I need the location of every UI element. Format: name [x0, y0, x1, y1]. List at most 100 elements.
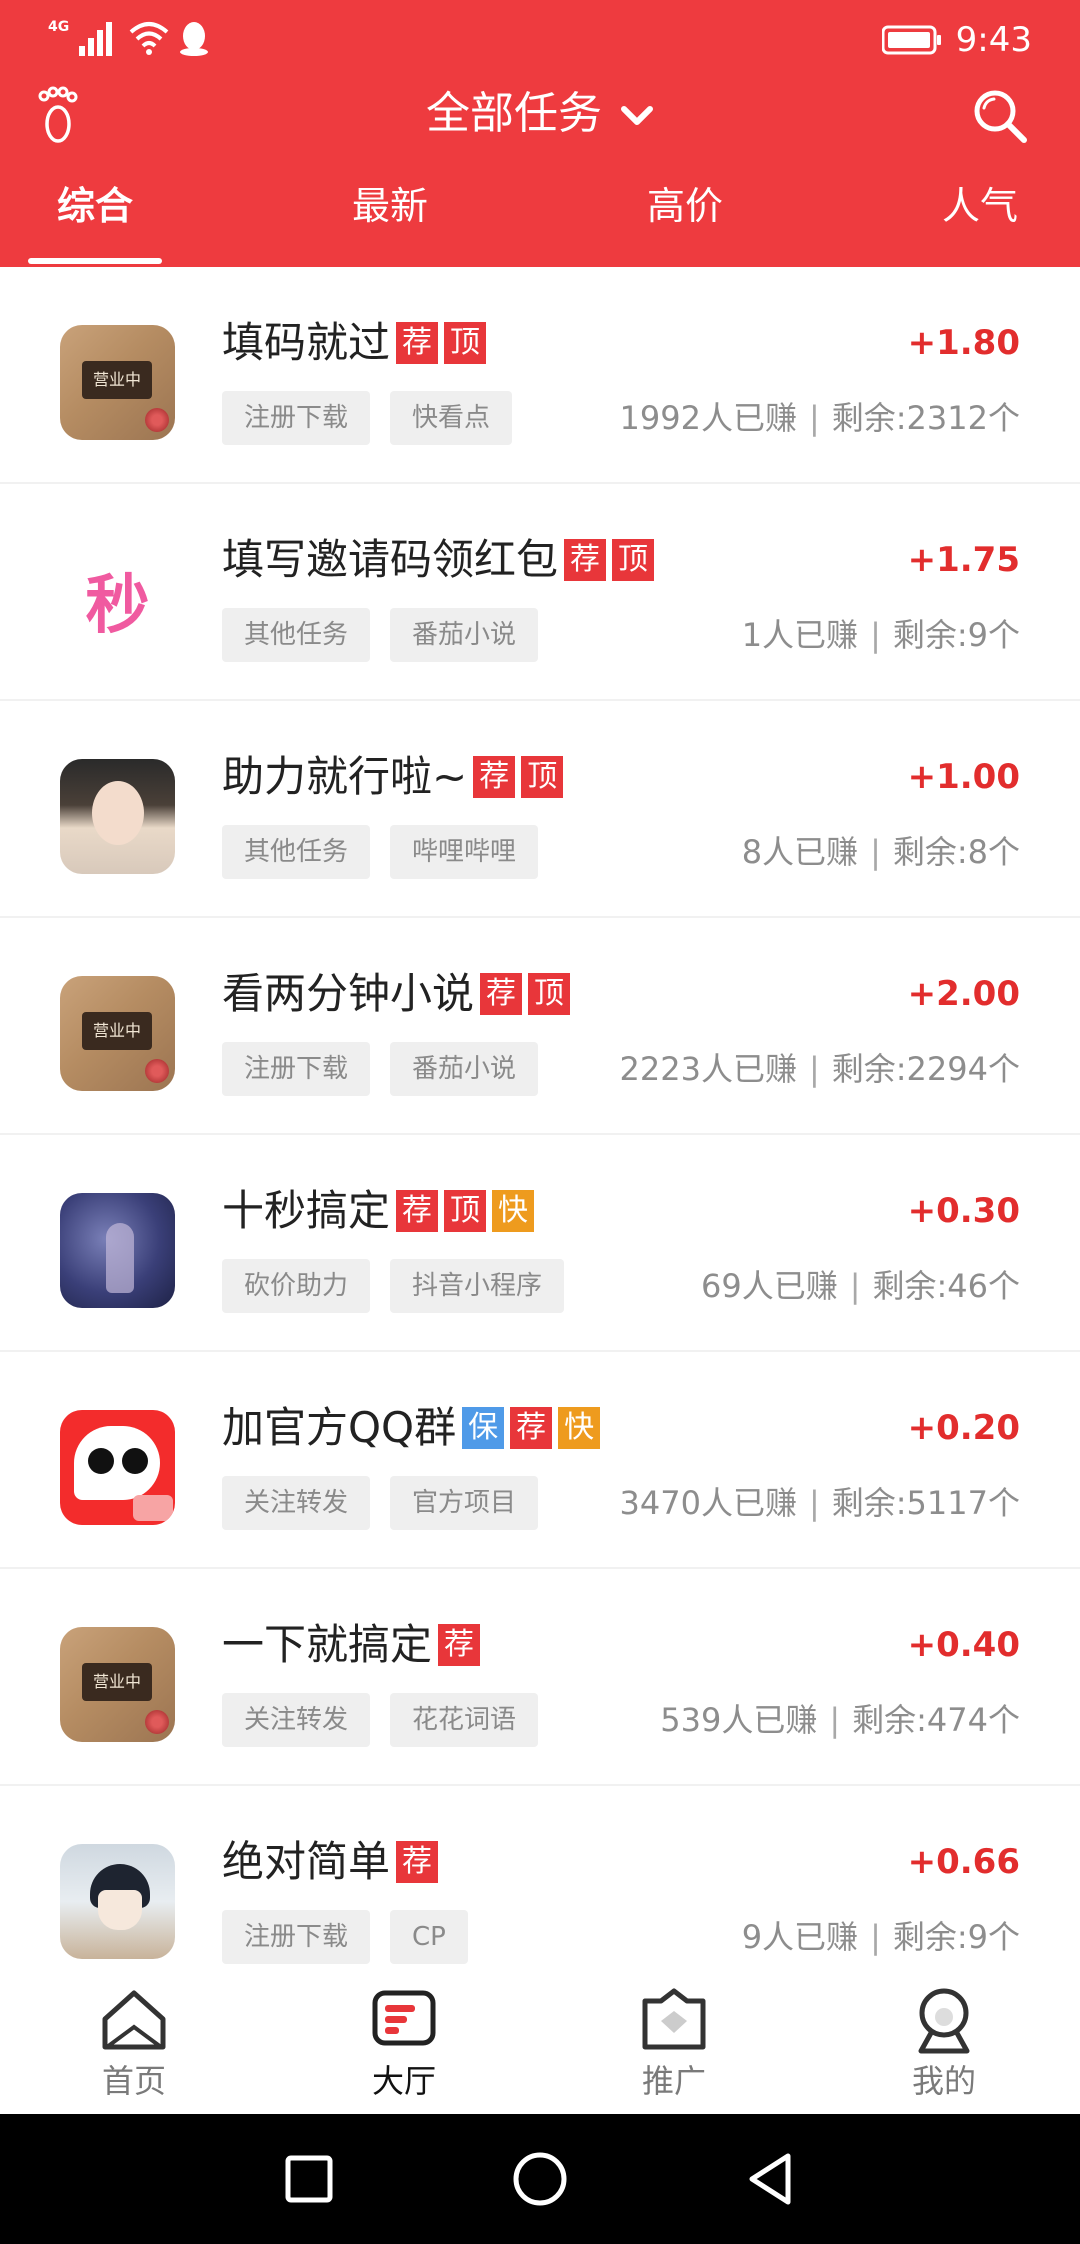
task-row[interactable]: 加官方QQ群 保 荐 快 关注转发 官方项目 +0.20 3470人已赚 | 剩余:…	[0, 1352, 1080, 1569]
task-reward: +0.40	[907, 1625, 1020, 1665]
recommend-badge: 荐	[564, 539, 607, 581]
task-row[interactable]: 绝对简单 荐 注册下载 CP +0.66 9人已赚 | 剩余:9个	[0, 1786, 1080, 1967]
task-avatar	[60, 1410, 175, 1525]
nav-hall-label: 大厅	[371, 2062, 436, 2100]
flower-decoration	[145, 1710, 169, 1734]
recommend-badge: 荐	[480, 973, 523, 1015]
task-tag: 抖音小程序	[390, 1259, 565, 1313]
task-row[interactable]: 营业中 看两分钟小说 荐 顶 注册下载 番茄小说 +2.00 2223人已赚 | 剩…	[0, 918, 1080, 1135]
task-tag: 砍价助力	[222, 1259, 371, 1313]
task-title: 看两分钟小说	[222, 969, 475, 1018]
recommend-badge: 荐	[396, 1190, 439, 1232]
status-right: 9:43	[881, 18, 1032, 62]
task-tag: 番茄小说	[390, 608, 539, 662]
task-title: 加官方QQ群	[222, 1403, 457, 1452]
chevron-down-icon	[621, 106, 653, 125]
task-row[interactable]: 营业中 填码就过 荐 顶 注册下载 快看点 +1.80 1992人已赚 | 剩余:2…	[0, 267, 1080, 484]
task-reward: +1.00	[907, 757, 1020, 797]
tab-popular[interactable]: 人气	[880, 176, 1080, 236]
task-tags: 注册下载 番茄小说	[222, 1042, 539, 1096]
nav-profile-label: 我的	[911, 2062, 976, 2100]
profile-icon	[918, 1988, 970, 2054]
task-tags: 关注转发 花花词语	[222, 1693, 539, 1747]
remaining-count: 剩余:46个	[872, 1267, 1020, 1305]
task-avatar	[60, 1193, 175, 1308]
search-icon[interactable]	[970, 86, 1030, 146]
guarantee-badge: 保	[462, 1407, 505, 1449]
task-reward: +0.20	[907, 1408, 1020, 1448]
task-title-line: 加官方QQ群 保 荐 快	[222, 1400, 601, 1456]
remaining-count: 剩余:2312个	[831, 399, 1020, 437]
task-row[interactable]: 十秒搞定 荐 顶 快 砍价助力 抖音小程序 +0.30 69人已赚 | 剩余:46个	[0, 1135, 1080, 1352]
task-avatar: 营业中	[60, 325, 175, 440]
avatar-figure	[106, 1223, 134, 1293]
top-badge: 顶	[444, 322, 487, 364]
task-avatar: 营业中	[60, 1627, 175, 1742]
task-stats: 2223人已赚 | 剩余:2294个	[619, 1050, 1020, 1088]
task-list: 营业中 填码就过 荐 顶 注册下载 快看点 +1.80 1992人已赚 | 剩余:2…	[0, 267, 1080, 1967]
task-title-line: 绝对简单 荐	[222, 1834, 439, 1890]
tab-bar: 综合 最新 高价 人气	[0, 176, 1080, 267]
app-header: 4G 9:43 全部任务 综合 最新 高价 人气	[0, 0, 1080, 267]
task-reward: +2.00	[907, 974, 1020, 1014]
task-tag: 其他任务	[222, 825, 371, 879]
task-row[interactable]: 秒 填写邀请码领红包 荐 顶 其他任务 番茄小说 +1.75 1人已赚 | 剩余:9…	[0, 484, 1080, 701]
task-avatar	[60, 1844, 175, 1959]
task-title: 填码就过	[222, 318, 391, 367]
task-title: 填写邀请码领红包	[222, 535, 559, 584]
task-tag: 注册下载	[222, 1910, 371, 1964]
tab-high-price[interactable]: 高价	[585, 176, 785, 236]
task-tags: 注册下载 快看点	[222, 391, 513, 445]
signal-icon	[79, 22, 113, 56]
recommend-badge: 荐	[510, 1407, 553, 1449]
task-tag: 快看点	[390, 391, 513, 445]
task-stats: 539人已赚 | 剩余:474个	[660, 1701, 1020, 1739]
avatar-sign: 营业中	[82, 1663, 152, 1701]
top-badge: 顶	[521, 756, 564, 798]
nav-home[interactable]: 首页	[54, 1985, 214, 2103]
remaining-count: 剩余:9个	[892, 1918, 1020, 1956]
earned-count: 8人已赚	[741, 833, 859, 871]
task-reward: +0.66	[907, 1842, 1020, 1882]
task-reward: +1.80	[907, 323, 1020, 363]
nav-promote[interactable]: 推广	[594, 1985, 754, 2103]
nav-hall[interactable]: 大厅	[324, 1985, 484, 2103]
task-tags: 其他任务 哔哩哔哩	[222, 825, 539, 879]
home-icon	[102, 1990, 166, 2050]
wifi-icon	[129, 22, 169, 55]
task-tag: 注册下载	[222, 391, 371, 445]
bottom-nav: 首页 大厅 推广 我的	[0, 1967, 1080, 2114]
earned-count: 9人已赚	[741, 1918, 859, 1956]
remaining-count: 剩余:474个	[852, 1701, 1020, 1739]
tab-comprehensive[interactable]: 综合	[0, 176, 195, 236]
avatar-text: 秒	[85, 567, 150, 643]
earned-count: 69人已赚	[700, 1267, 838, 1305]
task-title: 一下就搞定	[222, 1620, 433, 1669]
earned-count: 539人已赚	[660, 1701, 818, 1739]
task-reward: +0.30	[907, 1191, 1020, 1231]
avatar-face	[92, 781, 144, 845]
nav-profile[interactable]: 我的	[864, 1985, 1024, 2103]
recommend-badge: 荐	[473, 756, 516, 798]
home-circle-icon[interactable]	[505, 2144, 575, 2214]
back-triangle-icon[interactable]	[736, 2144, 806, 2214]
task-filter-dropdown[interactable]: 全部任务	[0, 84, 1080, 144]
task-tag: 其他任务	[222, 608, 371, 662]
tab-latest[interactable]: 最新	[290, 176, 490, 236]
task-tags: 注册下载 CP	[222, 1910, 468, 1964]
task-stats: 9人已赚 | 剩余:9个	[741, 1918, 1020, 1956]
avatar-sign: 营业中	[82, 361, 152, 399]
task-tag: 官方项目	[390, 1476, 539, 1530]
task-title: 绝对简单	[222, 1837, 391, 1886]
task-tag: 关注转发	[222, 1476, 371, 1530]
task-row[interactable]: 营业中 一下就搞定 荐 关注转发 花花词语 +0.40 539人已赚 | 剩余:47…	[0, 1569, 1080, 1786]
avatar-face	[98, 1890, 142, 1930]
task-stats: 8人已赚 | 剩余:8个	[741, 833, 1020, 871]
task-row[interactable]: 助力就行啦~ 荐 顶 其他任务 哔哩哔哩 +1.00 8人已赚 | 剩余:8个	[0, 701, 1080, 918]
task-tags: 关注转发 官方项目	[222, 1476, 539, 1530]
task-title-line: 一下就搞定 荐	[222, 1617, 481, 1673]
task-avatar: 营业中	[60, 976, 175, 1091]
recents-icon[interactable]	[274, 2144, 344, 2214]
task-stats: 1人已赚 | 剩余:9个	[741, 616, 1020, 654]
active-tab-indicator	[28, 258, 162, 264]
